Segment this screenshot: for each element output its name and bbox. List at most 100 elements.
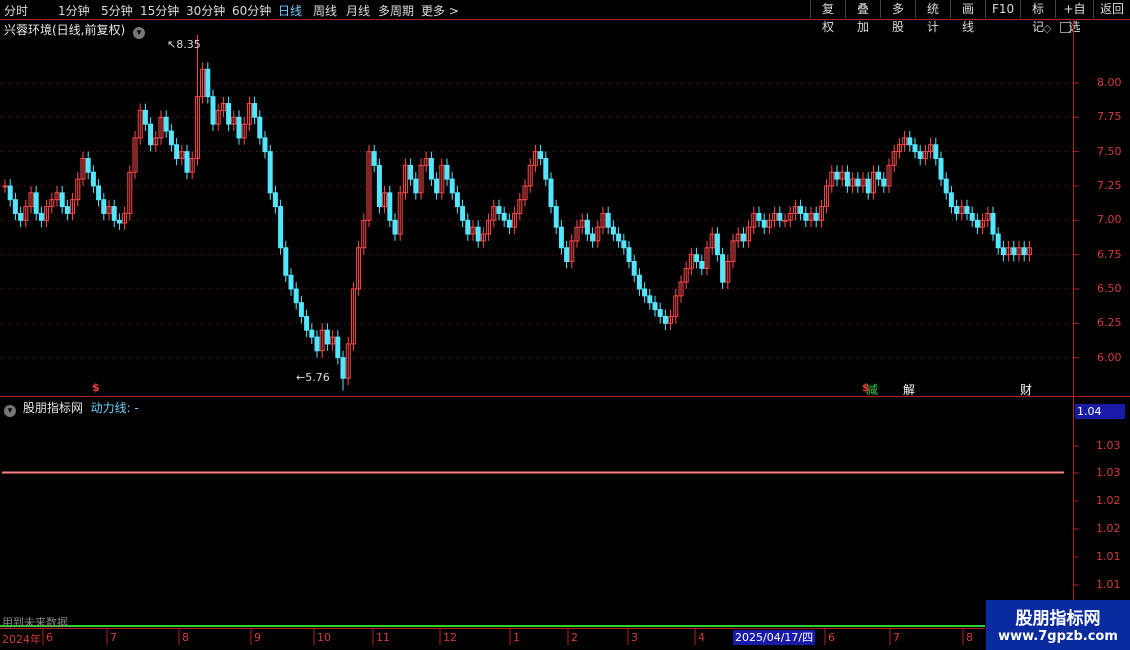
- candle-body: [881, 178, 887, 187]
- indicator-tick-label: 1.03: [1096, 466, 1121, 479]
- candle-body: [460, 206, 466, 221]
- candle-body: [631, 261, 637, 276]
- candle-body: [298, 302, 304, 317]
- candle-body: [990, 212, 996, 235]
- candle-body: [657, 309, 663, 317]
- candle-body: [496, 206, 502, 214]
- candle-body: [621, 240, 627, 249]
- price-tick-label: 6.75: [1097, 247, 1122, 261]
- candle-body: [12, 199, 18, 214]
- candle-body: [1011, 247, 1017, 256]
- candle-body: [647, 295, 653, 304]
- candle-body: [174, 144, 180, 159]
- candle-body: [142, 109, 148, 125]
- chevron-down-icon[interactable]: ▾: [4, 405, 16, 417]
- candle-body: [917, 151, 923, 159]
- candle-body: [626, 247, 632, 263]
- candle-body: [605, 212, 611, 228]
- price-tick-label: 7.25: [1097, 178, 1122, 192]
- month-tick-label: 6: [828, 631, 835, 644]
- candle-body: [1000, 247, 1006, 256]
- unlock-flag[interactable]: 解: [903, 381, 915, 398]
- month-tick-label: 12: [443, 631, 457, 644]
- candle-body: [543, 157, 549, 180]
- candle-body: [548, 178, 554, 208]
- indicator-name[interactable]: 股朋指标网: [23, 401, 83, 415]
- candle-body: [2, 185, 8, 188]
- candle-body: [444, 164, 450, 180]
- month-tick-label: 8: [182, 631, 189, 644]
- candle-body: [969, 212, 975, 221]
- finance-flag[interactable]: 财: [1020, 381, 1032, 398]
- month-tick-label: 7: [110, 631, 117, 644]
- candle-body: [610, 226, 616, 235]
- price-tick-label: 7.50: [1097, 144, 1122, 158]
- candle-body: [408, 164, 414, 180]
- candle-body: [907, 137, 913, 146]
- candle-body: [387, 192, 393, 221]
- price-tick-label: 6.50: [1097, 281, 1122, 295]
- month-tick-label: 11: [376, 631, 390, 644]
- price-tick-label: 7.75: [1097, 110, 1122, 124]
- price-tick-label: 7.00: [1097, 213, 1122, 227]
- candle-body: [720, 254, 726, 283]
- candle-body: [449, 178, 455, 194]
- candle-body: [636, 274, 642, 290]
- candle-body: [798, 206, 804, 214]
- high-price-label: 8.35: [176, 38, 201, 51]
- candle-body: [912, 144, 918, 153]
- month-tick-label: 1: [513, 631, 520, 644]
- candle-body: [558, 226, 564, 249]
- candle-body: [813, 212, 819, 221]
- candle-body: [777, 212, 783, 221]
- candle-body: [865, 178, 871, 194]
- cursor-date: 2025/04/17/四: [733, 630, 816, 645]
- candle-body: [7, 185, 13, 201]
- month-tick-label: 7: [893, 631, 900, 644]
- candle-body: [59, 192, 65, 208]
- watermark-title: 股朋指标网: [1015, 609, 1101, 629]
- dividend-flag[interactable]: $: [92, 381, 100, 394]
- candle-body: [205, 68, 211, 98]
- indicator-tick-label: 1.01: [1096, 578, 1121, 591]
- candle-body: [210, 96, 216, 125]
- candle-body: [434, 178, 440, 194]
- candle-body: [101, 199, 107, 214]
- candle-body: [465, 219, 471, 235]
- candle-body: [782, 219, 788, 222]
- indicator-header: ▾ 股朋指标网 动力线: -: [4, 399, 139, 417]
- candle-body: [938, 157, 944, 180]
- candle-body: [148, 123, 154, 146]
- candle-body: [90, 171, 96, 187]
- low-price-label: 5.76: [305, 371, 330, 384]
- high-marker: ↖8.35: [167, 38, 201, 51]
- candle-body: [252, 103, 258, 118]
- reduce-flag[interactable]: 减: [866, 381, 878, 398]
- candle-body: [163, 116, 169, 132]
- candle-body: [168, 130, 174, 146]
- candle-body: [18, 212, 24, 221]
- candle-body: [694, 254, 700, 263]
- candle-body: [428, 157, 434, 180]
- candle-body: [714, 233, 720, 256]
- candle-body: [304, 315, 310, 331]
- candle-body: [324, 329, 330, 345]
- candle-body: [652, 302, 658, 311]
- candle-body: [226, 103, 232, 125]
- candle-body: [340, 357, 346, 379]
- candle-body: [267, 151, 273, 194]
- candle-body: [335, 336, 341, 359]
- price-tick-label: 6.00: [1097, 350, 1122, 364]
- candle-body: [699, 261, 705, 269]
- candle-body: [662, 315, 668, 324]
- candle-body: [116, 219, 122, 224]
- candle-body: [111, 206, 117, 221]
- candle-body: [855, 178, 861, 187]
- candle-body: [85, 157, 91, 173]
- candle-body: [948, 192, 954, 208]
- candle-body: [38, 212, 44, 221]
- candlestick-chart[interactable]: [0, 0, 1130, 650]
- price-tick-label: 6.25: [1097, 316, 1122, 330]
- indicator-value-box: 1.04: [1075, 404, 1125, 419]
- candle-body: [257, 116, 263, 139]
